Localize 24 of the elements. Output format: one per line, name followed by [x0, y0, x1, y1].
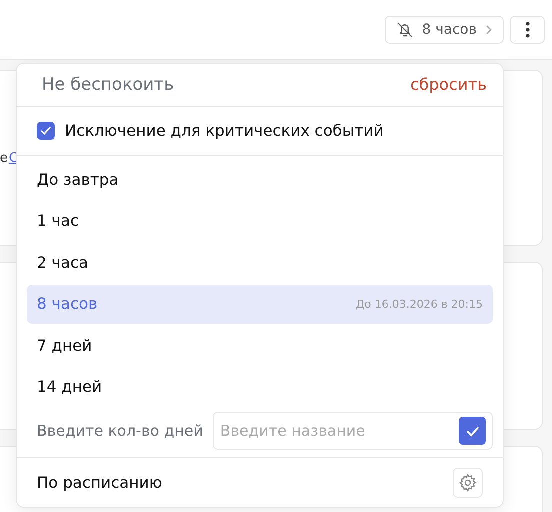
schedule-label: По расписанию: [37, 474, 162, 492]
settings-button[interactable]: [453, 468, 483, 498]
check-icon: [40, 126, 52, 136]
menu-item[interactable]: 14 дней: [27, 368, 493, 407]
bell-off-icon: [396, 20, 414, 38]
text-field[interactable]: Введите название: [213, 412, 493, 450]
popup-title: Не беспокоить: [42, 74, 174, 95]
confirm-button[interactable]: [459, 417, 486, 446]
menu-item[interactable]: 1 час: [27, 202, 493, 241]
menu-item[interactable]: 7 дней: [27, 326, 493, 366]
checkbox-label: Исключение для критических событий: [65, 122, 384, 140]
check-icon: [466, 426, 480, 437]
settings-icon: [458, 472, 478, 493]
more-vertical-icon: [526, 22, 530, 38]
menu-item[interactable]: 2 часа: [27, 243, 493, 282]
checkbox[interactable]: [37, 122, 55, 140]
reset-link[interactable]: сбросить: [410, 75, 487, 94]
chevron-right-icon: [485, 24, 493, 34]
menu-item[interactable]: 8 часов До 16.03.2026 в 20:15: [27, 284, 493, 324]
text-fragment: е: [0, 150, 8, 166]
menu-item[interactable]: До завтра: [27, 160, 493, 200]
dnd-button[interactable]: 8 часов: [385, 16, 504, 44]
more-button[interactable]: [510, 16, 545, 44]
days-label: Введите кол-во дней: [37, 422, 204, 440]
